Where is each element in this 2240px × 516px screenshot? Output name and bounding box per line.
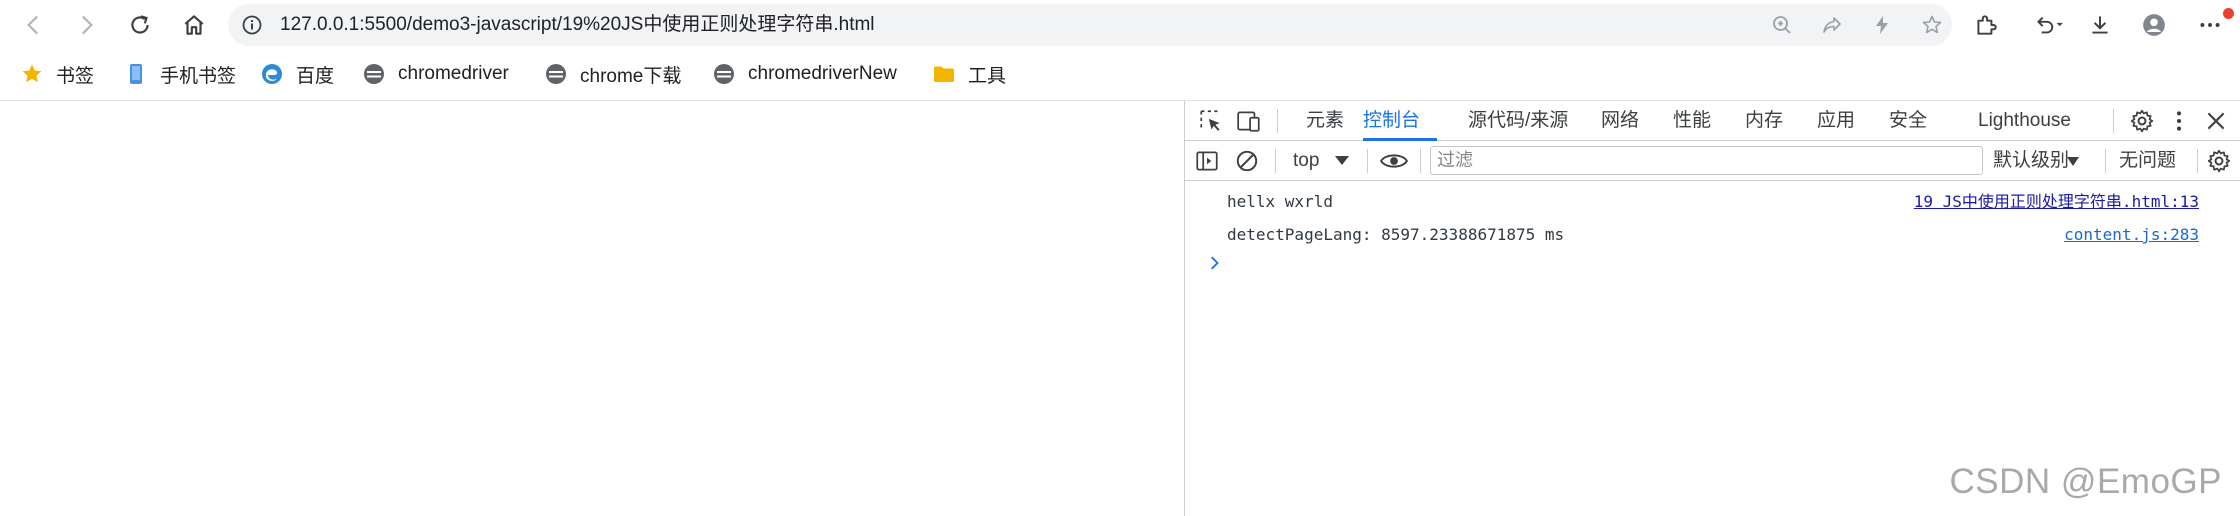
console-message: detectPageLang: 8597.23388671875 ms cont… — [1185, 218, 2240, 251]
tab-divider — [1277, 109, 1278, 133]
extensions-icon[interactable] — [1968, 7, 2004, 43]
tab-security[interactable]: 安全 — [1889, 101, 1927, 141]
site-info-icon[interactable] — [240, 13, 264, 37]
star-icon[interactable] — [1920, 13, 1944, 37]
bookmark-label: chrome下载 — [580, 65, 682, 87]
context-selector[interactable]: top — [1293, 141, 1319, 181]
console-source-link[interactable]: content.js:283 — [2064, 218, 2199, 251]
tab-divider — [2113, 109, 2114, 133]
watermark: CSDN @EmoGP — [1949, 462, 2222, 501]
tab-elements[interactable]: 元素 — [1306, 101, 1344, 141]
bookmark-item[interactable]: 百度 — [260, 54, 334, 94]
devtools-panel: 元素 控制台 源代码/来源 网络 性能 内存 应用 安全 Lighthouse … — [1184, 101, 2240, 516]
console-prompt-icon[interactable] — [1205, 253, 1225, 273]
console-source-link[interactable]: 19 JS中使用正则处理字符串.html:13 — [1914, 185, 2199, 218]
toolbar-divider — [1420, 149, 1421, 173]
clear-console-icon[interactable] — [1233, 147, 1261, 175]
tab-sources[interactable]: 源代码/来源 — [1468, 101, 1568, 141]
globe-icon — [362, 62, 386, 86]
settings-gear-icon[interactable] — [2128, 107, 2156, 135]
folder-icon — [932, 62, 956, 86]
bookmark-label: 工具 — [968, 65, 1007, 87]
bookmark-item[interactable]: 书签 — [20, 54, 94, 94]
url-text[interactable]: 127.0.0.1:5500/demo3-javascript/19%20JS中… — [280, 4, 875, 46]
toolbar-divider — [2105, 149, 2106, 173]
tab-lighthouse[interactable]: Lighthouse — [1978, 101, 2071, 141]
page-viewport — [0, 101, 1184, 516]
profile-icon[interactable] — [2136, 7, 2172, 43]
toolbar-divider — [2197, 149, 2198, 173]
bookmark-item[interactable]: 工具 — [932, 54, 1006, 94]
close-icon[interactable] — [2202, 107, 2230, 135]
download-icon[interactable] — [2082, 7, 2118, 43]
console-message-text: hellx wxrld — [1227, 192, 1333, 211]
bookmark-label: 手机书签 — [160, 65, 237, 87]
console-message-text: detectPageLang: 8597.23388671875 ms — [1227, 225, 1565, 244]
tab-application[interactable]: 应用 — [1817, 101, 1855, 141]
address-bar[interactable]: 127.0.0.1:5500/demo3-javascript/19%20JS中… — [228, 4, 1952, 46]
devtools-tabbar: 元素 控制台 源代码/来源 网络 性能 内存 应用 安全 Lighthouse — [1185, 101, 2240, 141]
more-options-icon[interactable] — [2165, 107, 2193, 135]
issues-counter[interactable]: 无问题 — [2119, 141, 2176, 181]
bookmark-item[interactable]: chromedriver — [362, 54, 509, 94]
console-settings-icon[interactable] — [2205, 147, 2233, 175]
home-icon[interactable] — [176, 7, 212, 43]
mobile-icon — [124, 62, 148, 86]
console-toolbar: top 默认级别 无问题 — [1185, 141, 2240, 181]
log-level-selector[interactable]: 默认级别 — [1993, 141, 2069, 181]
bookmark-label: 书签 — [56, 65, 95, 87]
tab-performance[interactable]: 性能 — [1673, 101, 1711, 141]
sidebar-toggle-icon[interactable] — [1193, 147, 1221, 175]
bookmarks-bar: 书签 手机书签 百度 chromedriver chrome下载 chromed… — [0, 54, 2240, 98]
console-message: hellx wxrld 19 JS中使用正则处理字符串.html:13 — [1185, 185, 2240, 218]
bookmark-item[interactable]: 手机书签 — [124, 54, 236, 94]
device-toolbar-icon[interactable] — [1235, 107, 1263, 135]
share-icon[interactable] — [1820, 13, 1844, 37]
chevron-down-icon[interactable] — [1335, 156, 1349, 165]
lightning-icon[interactable] — [1870, 13, 1894, 37]
edge-icon — [260, 62, 284, 86]
eye-icon[interactable] — [1376, 147, 1412, 175]
tab-network[interactable]: 网络 — [1601, 101, 1639, 141]
browser-toolbar: 127.0.0.1:5500/demo3-javascript/19%20JS中… — [0, 0, 2240, 50]
chevron-down-icon[interactable] — [2067, 157, 2079, 166]
notification-dot — [2223, 8, 2234, 19]
bookmark-item[interactable]: chrome下载 — [544, 54, 681, 94]
tab-console[interactable]: 控制台 — [1363, 101, 1420, 141]
globe-icon — [712, 62, 736, 86]
filter-input[interactable] — [1430, 146, 1983, 175]
bookmark-label: chromedriver — [398, 63, 509, 84]
globe-icon — [544, 62, 568, 86]
bookmark-label: chromedriverNew — [748, 63, 897, 84]
reload-icon[interactable] — [122, 7, 158, 43]
toolbar-divider — [1367, 149, 1368, 173]
undo-icon[interactable] — [2026, 7, 2070, 43]
forward-arrow-icon[interactable] — [68, 7, 104, 43]
toolbar-divider — [1275, 149, 1276, 173]
tab-memory[interactable]: 内存 — [1745, 101, 1783, 141]
inspect-element-icon[interactable] — [1197, 107, 1225, 135]
zoom-icon[interactable] — [1770, 13, 1794, 37]
back-arrow-icon[interactable] — [16, 7, 52, 43]
bookmark-label: 百度 — [296, 65, 335, 87]
star-icon — [20, 62, 44, 86]
bookmark-item[interactable]: chromedriverNew — [712, 54, 897, 94]
